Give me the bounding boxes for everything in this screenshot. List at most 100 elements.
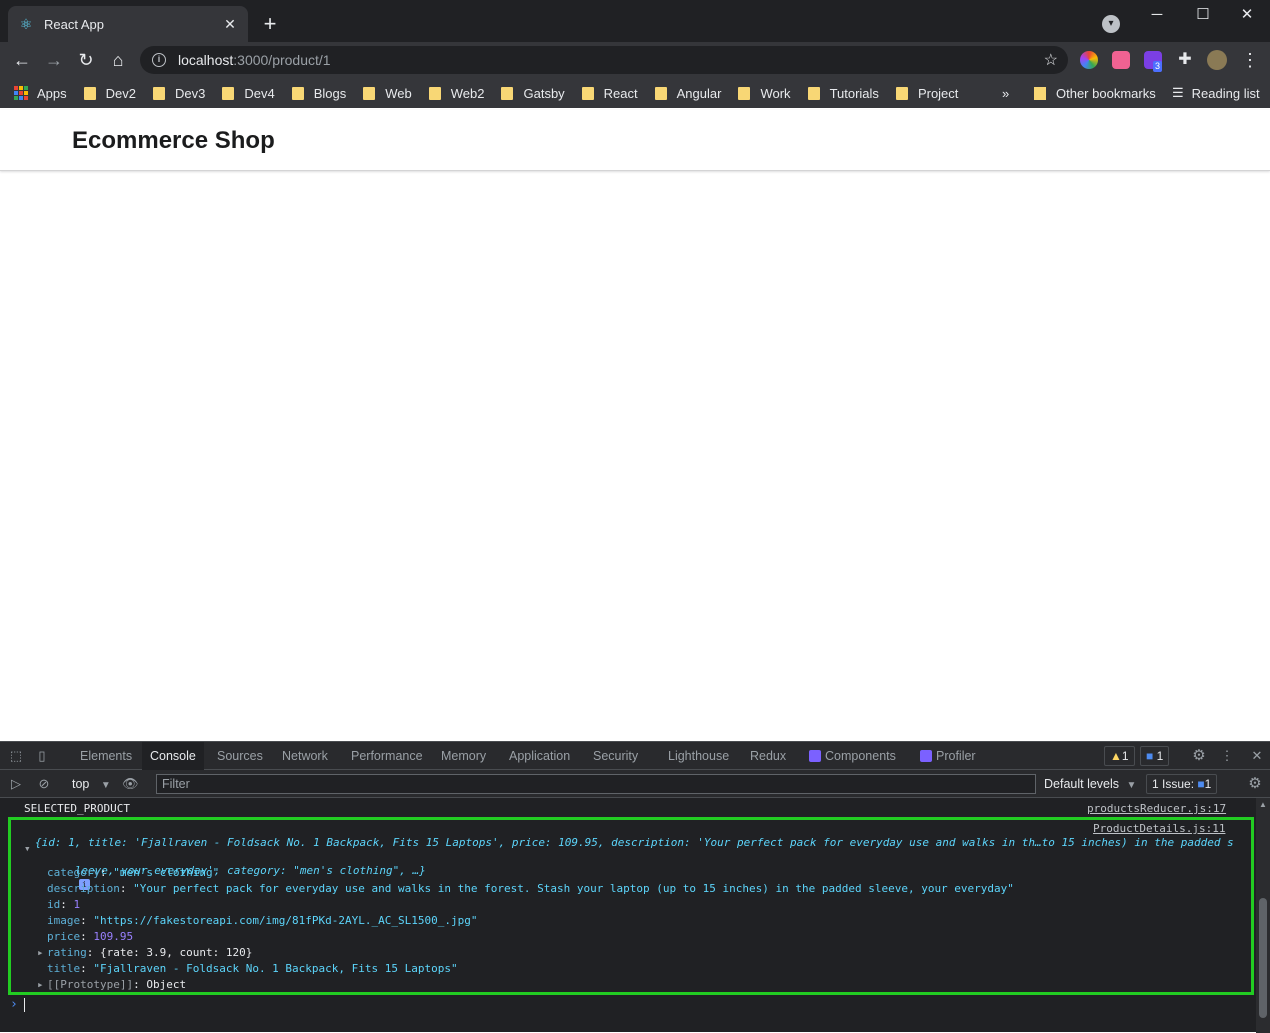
dropdown-caret-icon: ▼ xyxy=(1126,780,1137,791)
forward-button[interactable]: → xyxy=(42,48,66,72)
tab-redux[interactable]: Redux xyxy=(742,742,794,770)
folder-icon xyxy=(428,86,441,100)
tab-elements[interactable]: Elements xyxy=(72,742,140,770)
bookmark-folder[interactable]: Project xyxy=(895,85,959,101)
folder-icon xyxy=(291,86,304,100)
console-output: SELECTED_PRODUCT productsReducer.js:17 P… xyxy=(0,798,1256,1033)
console-scrollbar[interactable]: ▲ xyxy=(1256,798,1270,1033)
log-levels-dropdown[interactable]: Default levels ▼ xyxy=(1044,770,1136,798)
expand-prototype-triangle-icon[interactable]: ▸ xyxy=(37,978,44,991)
issues-badge[interactable]: 1 Issue: ■1 xyxy=(1146,774,1218,794)
bookmark-folder[interactable]: Gatsby xyxy=(501,86,565,101)
tab-components-label: Components xyxy=(825,749,896,763)
color-extension-icon[interactable] xyxy=(1080,51,1098,69)
tab-performance[interactable]: Performance xyxy=(343,742,431,770)
folder-icon xyxy=(222,86,235,100)
context-label: top xyxy=(72,777,90,791)
site-info-icon[interactable]: i xyxy=(152,53,166,67)
address-bar[interactable]: i localhost:3000/product/1 ☆ xyxy=(140,46,1068,74)
tab-sources[interactable]: Sources xyxy=(209,742,271,770)
home-button[interactable]: ⌂ xyxy=(106,48,130,72)
property-key: rating xyxy=(47,946,87,959)
react-devtools-icon xyxy=(809,750,821,762)
scroll-up-icon[interactable]: ▲ xyxy=(1259,800,1267,809)
inspect-element-icon[interactable]: ⬚ xyxy=(8,748,24,764)
tab-profiler-label: Profiler xyxy=(936,749,976,763)
close-devtools-icon[interactable]: ✕ xyxy=(1249,748,1265,764)
object-preview-line1[interactable]: {id: 1, title: 'Fjallraven - Foldsack No… xyxy=(35,836,1234,849)
warnings-badge[interactable]: ▲1 xyxy=(1104,746,1135,766)
bookmark-folder[interactable]: Work xyxy=(738,86,791,101)
close-window-button[interactable]: ✕ xyxy=(1224,4,1270,26)
extension-icon[interactable] xyxy=(1112,51,1130,69)
issues-count: 1 xyxy=(1204,777,1212,791)
page-viewport: Ecommerce Shop xyxy=(0,110,1270,740)
property-value: Object xyxy=(146,978,187,991)
tab-search-icon[interactable]: ▾ xyxy=(1102,15,1120,33)
object-property-row[interactable]: rating: {rate: 3.9, count: 120} xyxy=(47,946,252,959)
reload-button[interactable]: ↻ xyxy=(74,48,98,72)
expand-object-triangle-icon[interactable]: ▾ xyxy=(24,842,31,855)
tab-lighthouse[interactable]: Lighthouse xyxy=(660,742,737,770)
back-button[interactable]: ← xyxy=(10,48,34,72)
sidebar-toggle-icon[interactable]: ▷ xyxy=(8,776,24,792)
context-selector[interactable]: top ▼ xyxy=(64,770,111,798)
messages-badge[interactable]: ■ 1 xyxy=(1140,746,1170,766)
react-logo-icon: ⚛ xyxy=(19,16,33,32)
console-filter-input[interactable]: Filter xyxy=(156,774,1036,794)
tab-components[interactable]: Components xyxy=(803,742,904,770)
tab-console[interactable]: Console xyxy=(142,742,204,770)
messages-count: 1 xyxy=(1156,749,1164,763)
tab-application[interactable]: Application xyxy=(501,742,578,770)
more-options-icon[interactable]: ⋮ xyxy=(1219,748,1235,764)
bookmark-folder[interactable]: Dev2 xyxy=(83,86,136,101)
bookmarks-overflow-button[interactable]: » xyxy=(1002,78,1009,108)
profile-avatar[interactable] xyxy=(1207,50,1227,70)
bookmark-folder[interactable]: Dev3 xyxy=(153,86,205,101)
other-bookmarks[interactable]: Other bookmarks xyxy=(1034,78,1156,108)
folder-icon xyxy=(581,86,594,100)
browser-menu-icon[interactable]: ⋮ xyxy=(1238,48,1262,72)
bookmark-folder[interactable]: Tutorials xyxy=(807,86,879,101)
bookmark-apps[interactable]: Apps xyxy=(14,86,67,101)
source-link-products-reducer[interactable]: productsReducer.js:17 xyxy=(1087,802,1226,815)
settings-gear-icon[interactable]: ⚙ xyxy=(1191,748,1207,764)
bookmark-star-icon[interactable]: ☆ xyxy=(1044,50,1058,70)
console-settings-gear-icon[interactable]: ⚙ xyxy=(1247,776,1263,792)
bookmark-label: Web2 xyxy=(450,85,485,101)
bookmark-folder[interactable]: Web2 xyxy=(428,85,485,101)
tab-network[interactable]: Network xyxy=(274,742,336,770)
brand-title[interactable]: Ecommerce Shop xyxy=(72,127,275,155)
log-levels-label: Default levels xyxy=(1044,777,1120,791)
close-tab-icon[interactable]: ✕ xyxy=(222,16,238,33)
bookmark-folder[interactable]: Angular xyxy=(654,86,721,101)
reading-list[interactable]: ☰ Reading list xyxy=(1172,78,1260,108)
source-link-product-details[interactable]: ProductDetails.js:11 xyxy=(1093,822,1225,835)
new-tab-button[interactable]: + xyxy=(258,12,282,36)
maximize-button[interactable]: ☐ xyxy=(1180,4,1226,26)
expand-rating-triangle-icon[interactable]: ▸ xyxy=(37,946,44,959)
url-host: localhost xyxy=(178,52,234,68)
bookmark-folder[interactable]: Blogs xyxy=(291,86,346,101)
property-key: description xyxy=(47,882,120,895)
console-input-caret[interactable] xyxy=(24,998,25,1012)
redux-extension-icon[interactable]: 3 xyxy=(1144,51,1163,72)
folder-icon xyxy=(83,86,96,100)
object-property-row: id: 1 xyxy=(47,898,81,911)
browser-tab[interactable]: ⚛ React App ✕ xyxy=(8,6,248,42)
bookmark-folder[interactable]: Web xyxy=(363,86,412,101)
minimize-button[interactable]: ─ xyxy=(1134,4,1180,26)
scrollbar-thumb[interactable] xyxy=(1259,898,1267,1018)
tab-profiler[interactable]: Profiler xyxy=(914,742,984,770)
live-expression-eye-icon[interactable]: 👁 xyxy=(122,776,139,792)
device-toolbar-icon[interactable]: ▯ xyxy=(34,748,50,764)
bookmark-folder[interactable]: React xyxy=(581,86,638,101)
tab-security[interactable]: Security xyxy=(585,742,646,770)
url-path: :3000/product/1 xyxy=(233,52,331,68)
bookmark-label: Project xyxy=(917,85,959,101)
tab-memory[interactable]: Memory xyxy=(433,742,494,770)
object-property-row[interactable]: [[Prototype]]: Object xyxy=(47,978,186,991)
bookmark-folder[interactable]: Dev4 xyxy=(222,86,275,101)
extensions-puzzle-icon[interactable]: ✚ xyxy=(1173,48,1197,72)
clear-console-icon[interactable]: ⊘ xyxy=(36,776,52,792)
